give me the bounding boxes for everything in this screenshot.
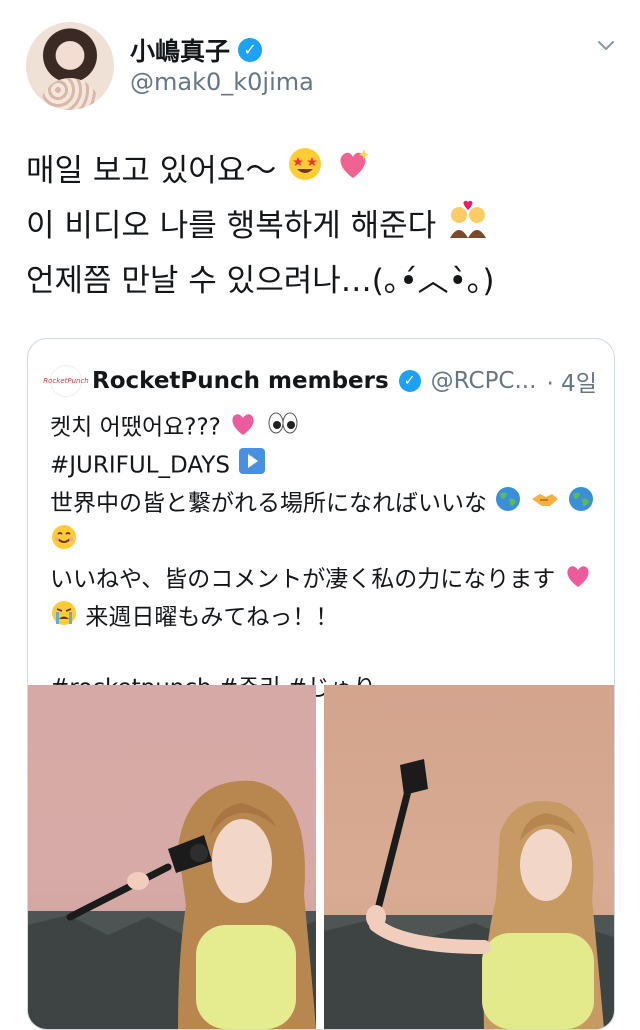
growing-heart-emoji [563, 561, 593, 599]
quoted-tweet-text: 켓치 어땠어요??? #JURIFUL_DAYS 世界中の皆と繋がれる場所になれ… [50, 409, 598, 705]
author-avatar[interactable] [26, 22, 114, 110]
quoted-author-avatar[interactable]: RocketPunch [43, 365, 89, 397]
quoted-line-5: いいねや、皆のコメントが凄く私の力になります [50, 561, 598, 599]
quoted-line-4 [50, 523, 598, 561]
globe-emoji [567, 485, 595, 523]
quoted-tweet-time[interactable]: · 4일 [546, 364, 596, 398]
eyes-emoji [266, 409, 300, 447]
media-photo-2[interactable] [324, 685, 614, 1029]
author-name-row: 小嶋真子 ✓ [130, 32, 263, 68]
quoted-tweet-header: RocketPunch RocketPunch members ✓ @RCPC.… [43, 361, 610, 401]
tweet-line-3: 언제쯤 만날 수 있으려나…(｡•́︿•̀｡) [26, 263, 495, 299]
quoted-author-handle[interactable]: @RCPC... [431, 368, 537, 394]
tweet-header: 小嶋真子 ✓ @mak0_k0jima [26, 22, 626, 114]
tweet-line-1: 매일 보고 있어요～ [26, 145, 616, 200]
quoted-line-1: 켓치 어땠어요??? [50, 409, 598, 447]
globe-emoji [494, 485, 522, 523]
verified-badge-icon: ✓ [238, 38, 263, 62]
play-button-emoji [237, 447, 267, 485]
loudly-crying-face-emoji [50, 599, 78, 637]
growing-heart-emoji [228, 409, 258, 447]
quoted-tweet-card[interactable]: RocketPunch RocketPunch members ✓ @RCPC.… [27, 338, 615, 1030]
quoted-line-2: #JURIFUL_DAYS [50, 447, 598, 485]
quoted-author-display-name[interactable]: RocketPunch members [92, 368, 389, 394]
author-display-name[interactable]: 小嶋真子 [130, 32, 230, 68]
author-handle[interactable]: @mak0_k0jima [130, 68, 314, 96]
tweet-text: 매일 보고 있어요～ 이 비디오 나를 행복하게 해준다 언제쯤 만날 수 있으… [26, 145, 616, 308]
verified-badge-icon: ✓ [398, 370, 421, 392]
chevron-down-icon[interactable] [594, 34, 618, 58]
quoted-line-3: 世界中の皆と繋がれる場所になればいいな [50, 485, 598, 523]
star-struck-emoji [286, 145, 324, 200]
media-photo-1[interactable] [28, 685, 316, 1029]
quoted-media-grid [28, 685, 614, 1029]
sparkling-heart-emoji [334, 145, 372, 200]
quoted-line-6: 来週日曜もみてねっ！！ [50, 599, 598, 637]
tweet-line-2: 이 비디오 나를 행복하게 해준다 [26, 200, 616, 255]
handshake-emoji [530, 485, 560, 523]
couple-with-heart-emoji [446, 200, 490, 255]
smiling-face-emoji [50, 523, 78, 561]
